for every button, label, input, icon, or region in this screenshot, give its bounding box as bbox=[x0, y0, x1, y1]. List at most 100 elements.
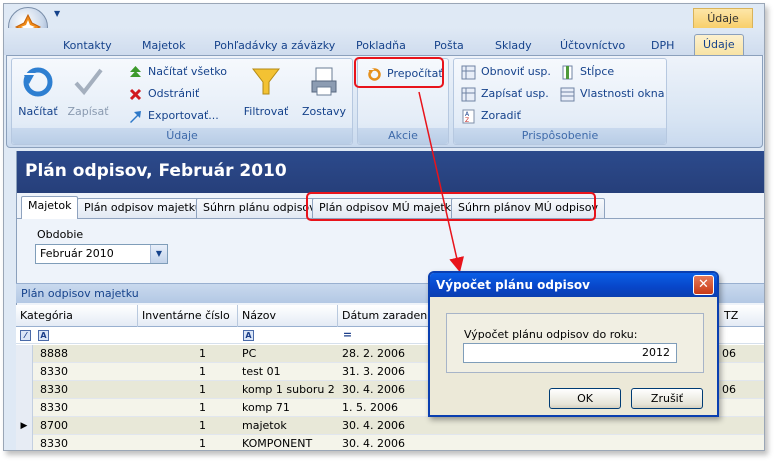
tab-udaje[interactable]: Údaje bbox=[694, 34, 744, 56]
prepocitat-label: Prepočítať bbox=[387, 67, 443, 80]
page-header-band: Plán odpisov, Február 2010 bbox=[17, 151, 764, 193]
page-tab-plan-mu[interactable]: Plán odpisov MÚ majetku bbox=[312, 198, 465, 218]
cell-kategoria: 8888 bbox=[40, 347, 68, 360]
cell-kategoria: 8330 bbox=[40, 365, 68, 378]
filter-text-icon[interactable]: A bbox=[38, 330, 49, 341]
zostavy-button[interactable]: Zostavy bbox=[298, 63, 350, 125]
tab-uctovnictvo[interactable]: Účtovníctvo bbox=[560, 39, 625, 55]
refresh-icon bbox=[23, 67, 53, 97]
filtrovat-button[interactable]: Filtrovať bbox=[238, 63, 294, 125]
cell-kategoria: 8700 bbox=[40, 419, 68, 432]
zapisat-usp-button[interactable]: Zapísať usp. bbox=[461, 85, 549, 103]
dialog-title: Výpočet plánu odpisov bbox=[430, 273, 717, 297]
tab-pokladna[interactable]: Pokladňa bbox=[356, 39, 406, 55]
row-selector[interactable] bbox=[16, 345, 33, 363]
filter-text-icon[interactable]: A bbox=[243, 330, 254, 341]
export-arrow-icon bbox=[130, 111, 141, 123]
vlastnosti-okna-button[interactable]: Vlastnosti okna bbox=[560, 85, 664, 103]
cell-kategoria: 8330 bbox=[40, 383, 68, 396]
nacitat-vsetko-button[interactable]: Načítať všetko bbox=[128, 63, 227, 81]
filter-funnel-icon bbox=[251, 68, 281, 95]
filtrovat-label: Filtrovať bbox=[243, 105, 289, 118]
cell-nazov: komp 1 suboru 2 bbox=[242, 383, 335, 396]
odstranit-button[interactable]: Odstrániť bbox=[128, 85, 199, 103]
tab-majetok[interactable]: Majetok bbox=[142, 39, 185, 55]
zapisat-button[interactable]: Zapísať bbox=[64, 63, 112, 125]
zoradit-button[interactable]: A Z Zoradiť bbox=[461, 107, 521, 125]
col-tz[interactable]: TZ bbox=[720, 305, 764, 327]
cell-datum: 30. 4. 2006 bbox=[342, 383, 405, 396]
stlpce-label: Stĺpce bbox=[580, 65, 615, 78]
app-window: ▼ Údaje Kontakty Majetok Pohľadávky a zá… bbox=[3, 3, 765, 451]
cell-inventarne-cislo: 1 bbox=[199, 347, 206, 360]
tab-posta[interactable]: Pošta bbox=[434, 39, 464, 55]
cell-tz: 06 bbox=[722, 383, 736, 396]
rok-label: Výpočet plánu odpisov do roku: bbox=[464, 328, 638, 341]
dialog-group: Výpočet plánu odpisov do roku: 2012 bbox=[446, 313, 704, 373]
obnovit-usp-button[interactable]: Obnoviť usp. bbox=[461, 63, 551, 81]
page-tab-baseline bbox=[17, 218, 764, 219]
vypocet-dialog: Výpočet plánu odpisov ✕ Výpočet plánu od… bbox=[428, 271, 719, 417]
page-tab-plan-odpisov[interactable]: Plán odpisov majetku bbox=[77, 198, 209, 218]
group-udaje-caption: Údaje bbox=[12, 128, 352, 144]
col-kategoria[interactable]: Kategória bbox=[16, 305, 138, 327]
page-tab-suhrn-mu[interactable]: Súhrn plánov MÚ odpisov bbox=[451, 198, 605, 218]
nacitat-label: Načítať bbox=[18, 105, 58, 118]
row-selector[interactable] bbox=[16, 399, 33, 417]
table-row[interactable]: ▶ 8700 1 majetok 30. 4. 2006 bbox=[16, 417, 764, 435]
double-up-arrow-icon bbox=[130, 66, 141, 77]
exportovat-button[interactable]: Exportovať... bbox=[128, 107, 219, 125]
quick-access-dropdown-icon[interactable]: ▼ bbox=[54, 9, 60, 18]
cell-nazov: PC bbox=[242, 347, 257, 360]
page-title: Plán odpisov, Február 2010 bbox=[25, 161, 287, 181]
row-selector[interactable] bbox=[16, 435, 33, 450]
group-udaje: Načítať Zapísať Načítať všetko Odstrániť… bbox=[11, 58, 353, 145]
sort-az-icon: A Z bbox=[462, 109, 475, 124]
tab-dph[interactable]: DPH bbox=[651, 39, 674, 55]
checkmark-icon bbox=[74, 68, 103, 96]
close-icon[interactable]: ✕ bbox=[693, 275, 714, 295]
stlpce-button[interactable]: Stĺpce bbox=[560, 63, 614, 81]
filter-clear-icon[interactable]: ⁄ bbox=[20, 330, 31, 341]
rok-input[interactable]: 2012 bbox=[463, 343, 677, 363]
tab-sklady[interactable]: Sklady bbox=[495, 39, 532, 55]
exportovat-label: Exportovať... bbox=[148, 109, 219, 122]
col-inventarne-cislo[interactable]: Inventárne číslo bbox=[138, 305, 238, 327]
page-tab-majetok[interactable]: Majetok bbox=[21, 196, 79, 219]
tab-kontakty[interactable]: Kontakty bbox=[63, 39, 112, 55]
zostavy-label: Zostavy bbox=[301, 105, 347, 118]
tab-pohladavky[interactable]: Pohľadávky a záväzky bbox=[214, 39, 335, 55]
cell-nazov: komp 71 bbox=[242, 401, 290, 414]
row-selector[interactable] bbox=[16, 381, 33, 399]
current-row-indicator-icon[interactable]: ▶ bbox=[16, 417, 33, 435]
cell-datum: 30. 4. 2006 bbox=[342, 437, 405, 450]
page-tab-suhrn-planu[interactable]: Súhrn plánu odpisov bbox=[196, 198, 323, 218]
obdobie-label: Obdobie bbox=[37, 228, 84, 241]
zapisat-label: Zapísať bbox=[67, 105, 109, 118]
cell-inventarne-cislo: 1 bbox=[199, 365, 206, 378]
cell-inventarne-cislo: 1 bbox=[199, 401, 206, 414]
group-prisposobenie-caption: Prispôsobenie bbox=[454, 128, 666, 144]
obdobie-select[interactable]: Február 2010 ▼ bbox=[35, 244, 168, 264]
ok-button[interactable]: OK bbox=[549, 388, 621, 409]
filter-equals-icon[interactable]: = bbox=[342, 329, 353, 341]
table-row[interactable]: 8330 1 KOMPONENT 30. 4. 2006 bbox=[16, 435, 764, 450]
prepocitat-button[interactable]: Prepočítať bbox=[367, 65, 443, 83]
col-nazov[interactable]: Názov bbox=[238, 305, 338, 327]
nacitat-button[interactable]: Načítať bbox=[14, 63, 62, 125]
col-datum-zaradenia[interactable]: Dátum zaradenia bbox=[338, 305, 437, 327]
group-prisposobenie: Obnoviť usp. Zapísať usp. A Z Zoradiť St… bbox=[453, 58, 667, 145]
obdobie-value: Február 2010 bbox=[40, 247, 114, 260]
layout-grid-icon bbox=[461, 65, 476, 80]
cell-tz: 06 bbox=[722, 347, 736, 360]
cell-datum: 28. 2. 2006 bbox=[342, 347, 405, 360]
window-properties-icon bbox=[560, 87, 575, 102]
chevron-down-icon[interactable]: ▼ bbox=[150, 245, 167, 263]
row-selector[interactable] bbox=[16, 363, 33, 381]
svg-text:Z: Z bbox=[465, 117, 469, 124]
cell-inventarne-cislo: 1 bbox=[199, 419, 206, 432]
odstranit-label: Odstrániť bbox=[148, 87, 200, 100]
cancel-button[interactable]: Zrušiť bbox=[631, 388, 703, 409]
group-akcie: Prepočítať Akcie bbox=[357, 58, 449, 145]
columns-icon bbox=[562, 65, 573, 80]
